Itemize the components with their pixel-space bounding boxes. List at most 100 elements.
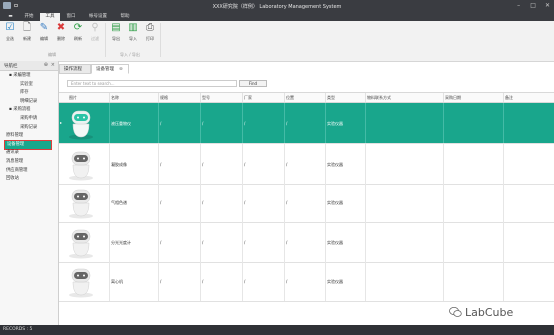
- watermark-text: LabCube: [465, 306, 514, 319]
- navigation-panel-title: 导航栏: [4, 64, 18, 69]
- ribbon-button-import[interactable]: ▥ 导入: [126, 23, 140, 42]
- table-row[interactable]: 分光光度计 / / / / 实验仪器: [59, 222, 554, 263]
- delete-icon: ✖: [56, 22, 66, 33]
- tab-workflow[interactable]: 操作流程: [59, 64, 91, 74]
- ribbon-button-refresh[interactable]: ⟳ 刷新: [71, 23, 85, 42]
- ribbon-button-label: 过滤: [91, 36, 99, 41]
- cell-divider: [284, 144, 285, 184]
- cell-type: 实验仪器: [327, 121, 343, 126]
- tree-item[interactable]: 明细记录: [20, 98, 37, 106]
- tree-item[interactable]: 回收站: [6, 175, 19, 183]
- cell-divider: [443, 103, 444, 143]
- cell-divider: [365, 261, 366, 301]
- column-header[interactable]: 采购日期: [445, 95, 461, 101]
- cell-divider: [325, 144, 326, 184]
- menu-help[interactable]: 帮助: [115, 13, 135, 21]
- minimize-icon[interactable]: –: [515, 2, 522, 9]
- import-icon: ▥: [128, 22, 138, 33]
- title-bar: XXX研究院（样例） Laboratory Management System …: [0, 0, 554, 12]
- tree-item[interactable]: ▪ 采编管理: [9, 72, 30, 80]
- table-row[interactable]: ▸ 液压重物仪 / / / / 实验仪器: [59, 103, 554, 144]
- tree-item[interactable]: 实验室: [20, 81, 33, 89]
- ribbon-button-select-all[interactable]: ☑ 全选: [3, 23, 17, 42]
- find-button[interactable]: Find: [239, 80, 267, 87]
- tab-label: 设备管理: [96, 67, 114, 72]
- column-header[interactable]: 物料联系方式: [367, 95, 391, 101]
- ribbon-button-new-doc[interactable]: 🗋 新建: [20, 23, 34, 42]
- cell-divider: [503, 182, 504, 222]
- ribbon-button-label: 导入: [129, 36, 137, 41]
- cell-spec: /: [160, 240, 162, 245]
- cell-divider: [284, 182, 285, 222]
- ribbon-button-filter[interactable]: ⚲ 过滤: [88, 23, 102, 42]
- ribbon-button-export[interactable]: ▤ 导出: [109, 23, 123, 42]
- table-row[interactable]: 凝胶成像 / / / / 实验仪器: [59, 144, 554, 185]
- column-header[interactable]: 备注: [505, 95, 513, 101]
- row-indicator-icon: ▸: [60, 120, 63, 125]
- tree-item[interactable]: ▪ 采购流程: [9, 106, 30, 114]
- search-input[interactable]: Enter text to search...: [67, 80, 237, 87]
- menu-window[interactable]: 窗口: [61, 13, 81, 21]
- panel-close-icon[interactable]: ×: [51, 62, 55, 68]
- ribbon-button-label: 删除: [57, 36, 65, 41]
- menu-tools[interactable]: 工具: [40, 13, 60, 21]
- menu-start[interactable]: 开始: [19, 13, 39, 21]
- cell-name: 气相色谱: [111, 200, 127, 205]
- cell-name: 分光光度计: [111, 240, 131, 245]
- print-icon: ⎙: [146, 22, 154, 33]
- ribbon-button-edit[interactable]: ✎ 编辑: [37, 23, 51, 42]
- tab-equipment[interactable]: 设备管理 ⊗: [91, 64, 129, 74]
- equipment-thumbnail: [66, 106, 96, 140]
- tree-item[interactable]: 供应商管理: [6, 167, 27, 175]
- tree-item[interactable]: 消息管理: [6, 158, 23, 166]
- cell-divider: [325, 103, 326, 143]
- cell-divider: [325, 222, 326, 262]
- column-header[interactable]: 名称: [111, 95, 119, 101]
- table-row[interactable]: 气相色谱 / / / / 实验仪器: [59, 182, 554, 223]
- column-header[interactable]: 位置: [286, 95, 294, 101]
- cell-divider: [109, 103, 110, 143]
- cell-spec: /: [160, 121, 162, 126]
- cell-divider: [158, 182, 159, 222]
- tree-item[interactable]: 采购申请: [20, 115, 37, 123]
- column-header[interactable]: 规格: [160, 95, 168, 101]
- column-header[interactable]: 型号: [202, 95, 210, 101]
- cell-location: /: [286, 240, 288, 245]
- file-menu-icon[interactable]: ▬: [4, 13, 17, 21]
- cell-divider: [109, 222, 110, 262]
- cell-divider: [284, 103, 285, 143]
- column-header[interactable]: 厂家: [244, 95, 252, 101]
- navigation-panel: 导航栏 ⊕ × ▪ 采编管理 实验室 库存 明细记录 ▪ 采购流程 采购申请 采购记录 原料管…: [0, 61, 59, 325]
- cell-divider: [109, 144, 110, 184]
- wechat-icon: [449, 307, 462, 317]
- ribbon-button-label: 打印: [146, 36, 154, 41]
- tree-item[interactable]: 采购记录: [20, 124, 37, 132]
- ribbon-button-label: 新建: [23, 36, 31, 41]
- cell-maker: /: [244, 279, 246, 284]
- tree-item[interactable]: 通讯录: [6, 149, 19, 157]
- cell-name: 离心机: [111, 279, 123, 284]
- tab-label: 操作流程: [64, 67, 82, 72]
- ribbon-button-print[interactable]: ⎙ 打印: [143, 23, 157, 42]
- tree-item[interactable]: 库存: [20, 89, 29, 97]
- cell-divider: [200, 261, 201, 301]
- ribbon-button-delete[interactable]: ✖ 删除: [54, 23, 68, 42]
- table-row[interactable]: 离心机 / / / / 实验仪器: [59, 261, 554, 302]
- tree-item[interactable]: 设备管理: [4, 139, 52, 150]
- cell-divider: [200, 103, 201, 143]
- tab-close-icon[interactable]: ⊗: [119, 67, 123, 72]
- equipment-thumbnail: [66, 264, 96, 298]
- close-icon[interactable]: ✕: [544, 2, 551, 9]
- ribbon-separator: [160, 23, 161, 57]
- maximize-icon[interactable]: □: [530, 2, 537, 9]
- filter-icon: ⚲: [91, 22, 99, 33]
- column-header[interactable]: 类型: [327, 95, 335, 101]
- pin-icon[interactable]: ⊕: [44, 62, 48, 68]
- cell-spec: /: [160, 200, 162, 205]
- cell-divider: [200, 222, 201, 262]
- menu-account-settings[interactable]: 帐号设置: [83, 13, 113, 21]
- column-header[interactable]: 图片: [69, 95, 77, 101]
- tree-item[interactable]: 原料管理: [6, 132, 23, 140]
- cell-divider: [158, 144, 159, 184]
- cell-divider: [158, 222, 159, 262]
